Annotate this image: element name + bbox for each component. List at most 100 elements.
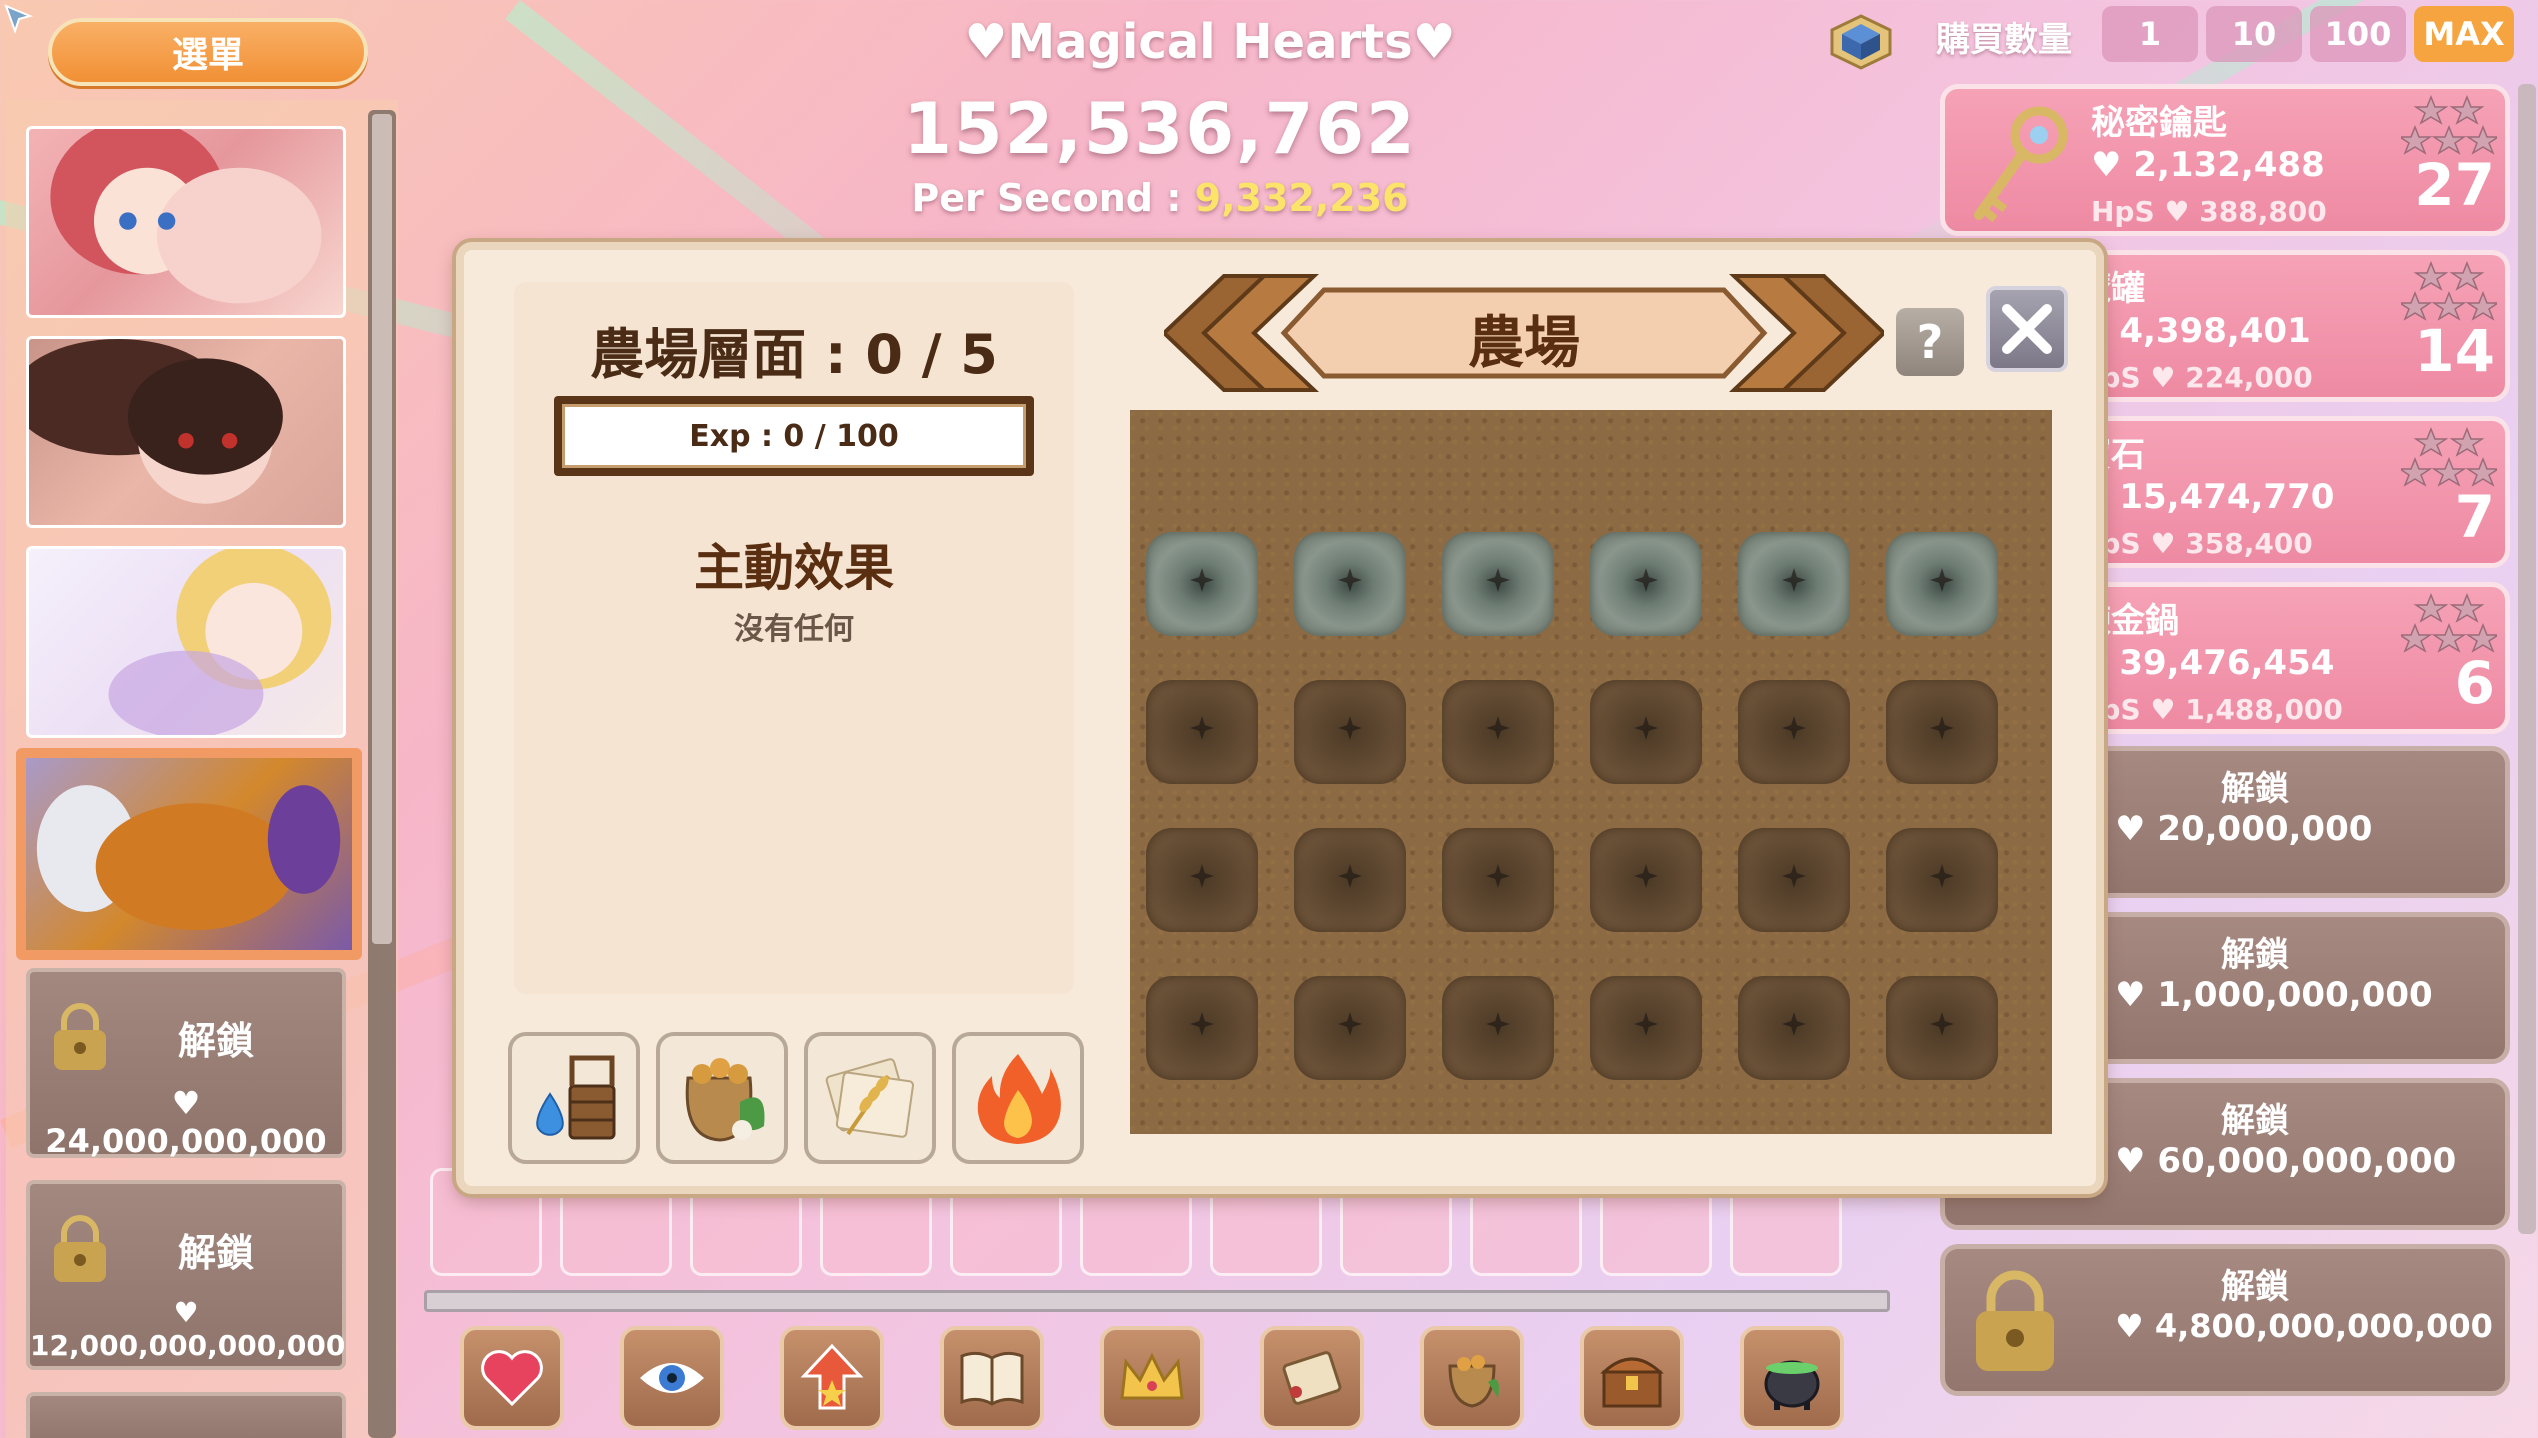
farm-plot-empty[interactable] [1886,680,1998,784]
shop-item-hps: HpS ♥ 1,488,000 [2077,693,2343,726]
cauldron-icon [1764,1360,1820,1410]
heart-icon [481,1350,543,1407]
farm-plot-empty[interactable] [1294,976,1406,1080]
farm-plot-empty[interactable] [1294,680,1406,784]
active-effect-text: 沒有任何 [734,612,854,647]
farm-plot-empty[interactable] [1738,680,1850,784]
hearts-button[interactable] [460,1326,564,1430]
shop-item-count: 14 [2414,317,2495,385]
farm-title: 農場 [1468,311,1580,376]
locked-cost: ♥ 4,800,000,000,000 [2115,1307,2493,1345]
locked-character[interactable]: 解鎖 ♥ 24,000,000,000 [26,968,346,1160]
farm-plot-empty[interactable] [1886,828,1998,932]
farm-plot-empty[interactable] [1590,828,1702,932]
shop-item-hps: HpS ♥ 224,000 [2077,361,2313,394]
farm-plot-tilled[interactable] [1294,532,1406,636]
character-portrait[interactable] [26,126,346,318]
help-button[interactable]: ? [1896,308,1964,376]
game-title: ♥Magical Hearts♥ [964,14,1456,70]
farm-button[interactable] [1420,1326,1524,1430]
padlock-icon [1976,1270,2054,1371]
qty-button-10[interactable]: 10 [2206,6,2302,62]
story-button[interactable] [940,1326,1044,1430]
shop-item-name: 秘密鑰匙 [2091,103,2227,143]
locked-cost: ♥ 1,000,000,000 [2115,975,2433,1015]
locked-cost: ♥ 20,000,000 [2115,809,2373,849]
book-icon [960,1351,1024,1406]
farm-plot-empty[interactable] [1886,976,1998,1080]
farm-plot-empty[interactable] [1738,828,1850,932]
locked-character[interactable] [26,1392,346,1438]
cursor-icon [4,4,34,34]
treasure-button[interactable] [1580,1326,1684,1430]
shop-item-cost: ♥ 4,398,401 [2077,311,2311,351]
rank-stars-icon [2401,95,2497,155]
menu-button[interactable]: 選單 [48,18,368,86]
wheat-tool-button[interactable] [804,1032,936,1164]
quests-button[interactable] [1260,1326,1364,1430]
gem-icon[interactable] [1828,12,1894,72]
farm-plot-empty[interactable] [1442,828,1554,932]
shop-item-hps: HpS ♥ 388,800 [2091,195,2327,228]
qty-button-1[interactable]: 1 [2102,6,2198,62]
farm-plot-empty[interactable] [1146,828,1258,932]
locked-label: 解鎖 [177,1231,254,1275]
crown-icon [1120,1352,1184,1400]
farm-plot-empty[interactable] [1442,680,1554,784]
arrow-star-icon [800,1343,864,1410]
left-scrollbar[interactable] [368,110,396,1438]
harvest-tool-button[interactable] [656,1032,788,1164]
buy-quantity-label: 購買數量 [1936,20,2072,60]
upgrade-button[interactable] [780,1326,884,1430]
farm-plot-tilled[interactable] [1590,532,1702,636]
locked-shop-item[interactable]: 解鎖 ♥ 4,800,000,000,000 [1940,1244,2510,1396]
locked-cost: ♥ 60,000,000,000 [2115,1141,2457,1181]
right-scrollbar[interactable] [2518,84,2536,1234]
close-icon [2002,304,2052,354]
farm-plot-empty[interactable] [1146,976,1258,1080]
farm-plot-empty[interactable] [1738,976,1850,1080]
scrollbar-thumb[interactable] [372,114,392,944]
exp-bar: Exp : 0 / 100 [554,396,1034,476]
farm-plot-empty[interactable] [1590,680,1702,784]
locked-label: 解鎖 [2221,1101,2289,1141]
view-button[interactable] [620,1326,724,1430]
farm-plot-empty[interactable] [1146,680,1258,784]
character-portrait-selected[interactable] [16,748,362,960]
upgrade-scrollbar[interactable] [424,1290,1890,1312]
farm-plot-tilled[interactable] [1886,532,1998,636]
farm-plot-tilled[interactable] [1146,532,1258,636]
qty-button-max[interactable]: MAX [2414,6,2514,62]
locked-label: 解鎖 [2221,1267,2289,1307]
harvest-icon [1448,1355,1499,1408]
farm-plot-empty[interactable] [1590,976,1702,1080]
rank-stars-icon [2401,427,2497,487]
total-hearts: 152,536,762 [903,88,1417,170]
eye-icon [640,1363,704,1393]
farm-plot-tilled[interactable] [1738,532,1850,636]
treasure-chest-icon [1600,1357,1664,1408]
locked-cost: ♥ 24,000,000,000 [45,1084,327,1160]
locked-character[interactable]: 解鎖 ♥ 12,000,000,000,000 [26,1180,346,1370]
fire-tool-button[interactable] [952,1032,1084,1164]
character-portrait[interactable] [26,546,346,738]
farm-plot-empty[interactable] [1294,828,1406,932]
character-portrait[interactable] [26,336,346,528]
locked-label: 解鎖 [2221,935,2289,975]
active-effect-title: 主動效果 [694,539,894,597]
rank-stars-icon [2401,593,2497,653]
character-list: 解鎖 ♥ 24,000,000,000 解鎖 ♥ 12,000,000,000,… [6,100,398,1438]
alchemy-button[interactable] [1740,1326,1844,1430]
achievements-button[interactable] [1100,1326,1204,1430]
harvest-sack-icon [685,1058,765,1142]
locked-cost: ♥ 12,000,000,000,000 [30,1296,346,1362]
farm-field [1130,410,2052,1134]
qty-button-100[interactable]: 100 [2310,6,2406,62]
locked-label: 解鎖 [2221,769,2289,809]
farm-plot-empty[interactable] [1442,976,1554,1080]
shop-item-secret-key[interactable]: 秘密鑰匙 ♥ 2,132,488 HpS ♥ 388,800 27 [1940,84,2510,236]
close-button[interactable] [1986,286,2068,372]
farm-plot-tilled[interactable] [1442,532,1554,636]
water-tool-button[interactable] [508,1032,640,1164]
farm-dialog: 農場層面 : 0 / 5 Exp : 0 / 100 主動效果 沒有任何 農場 … [456,242,2104,1194]
